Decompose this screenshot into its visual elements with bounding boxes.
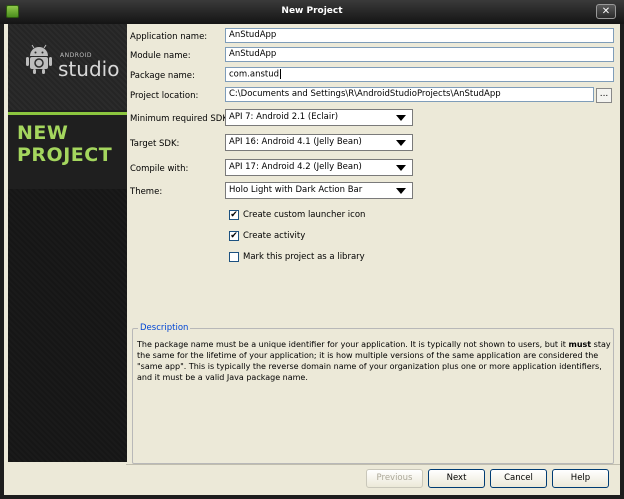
description-text: The package name must be a unique identi… [137, 339, 611, 383]
branding-sidebar: ANDROID studio NEW PROJECT [8, 24, 127, 462]
package-name-label: Package name: [130, 71, 195, 81]
previous-button[interactable]: Previous [366, 469, 423, 488]
target-sdk-value: API 16: Android 4.1 (Jelly Bean) [229, 137, 362, 147]
description-emphasis: must [568, 340, 592, 349]
chevron-down-icon [396, 140, 406, 146]
sidebar-heading-project: PROJECT [17, 144, 113, 166]
description-title: Description [138, 323, 191, 333]
title-bar[interactable]: New Project ✕ [0, 0, 624, 24]
close-button[interactable]: ✕ [596, 4, 616, 19]
compile-with-value: API 17: Android 4.2 (Jelly Bean) [229, 162, 362, 172]
sidebar-accent-line [8, 112, 127, 115]
description-panel: Description The package name must be a u… [132, 323, 614, 464]
create-activity-label: Create activity [243, 231, 306, 241]
target-sdk-dropdown[interactable]: API 16: Android 4.1 (Jelly Bean) [225, 134, 413, 151]
project-location-input[interactable]: C:\Documents and Settings\R\AndroidStudi… [225, 87, 594, 102]
logo-studio-text: studio [58, 57, 120, 81]
application-name-input[interactable]: AnStudApp [225, 28, 614, 43]
min-sdk-value: API 7: Android 2.1 (Eclair) [229, 112, 339, 122]
custom-launcher-icon-checkbox[interactable]: ✔ [229, 210, 239, 220]
library-project-checkbox[interactable] [229, 252, 239, 262]
compile-with-dropdown[interactable]: API 17: Android 4.2 (Jelly Bean) [225, 159, 413, 176]
chevron-down-icon [396, 188, 406, 194]
cancel-button[interactable]: Cancel [490, 469, 547, 488]
theme-value: Holo Light with Dark Action Bar [229, 185, 363, 195]
chevron-down-icon [396, 115, 406, 121]
sidebar-pattern [8, 189, 127, 462]
min-sdk-dropdown[interactable]: API 7: Android 2.1 (Eclair) [225, 109, 413, 126]
next-button[interactable]: Next [428, 469, 485, 488]
package-name-value: com.anstud [229, 69, 279, 80]
help-button[interactable]: Help [552, 469, 609, 488]
module-name-input[interactable]: AnStudApp [225, 47, 614, 62]
chevron-down-icon [396, 165, 406, 171]
package-name-input[interactable]: com.anstud [225, 67, 614, 82]
window-title: New Project [281, 6, 343, 16]
target-sdk-label: Target SDK: [130, 139, 180, 149]
browse-location-button[interactable]: ... [596, 88, 612, 103]
button-bar-divider [126, 464, 620, 465]
min-sdk-label: Minimum required SDK: [130, 114, 231, 124]
compile-with-label: Compile with: [130, 164, 189, 174]
sidebar-logo-area: ANDROID studio [8, 24, 127, 110]
dialog-body: ANDROID studio NEW PROJECT Application n… [4, 24, 620, 495]
android-robot-icon [26, 44, 52, 74]
library-project-label: Mark this project as a library [243, 252, 365, 262]
create-activity-checkbox[interactable]: ✔ [229, 231, 239, 241]
theme-label: Theme: [130, 187, 163, 197]
text-caret [280, 69, 281, 79]
description-text-part-1: The package name must be a unique identi… [137, 340, 569, 349]
custom-launcher-icon-label: Create custom launcher icon [243, 210, 366, 220]
theme-dropdown[interactable]: Holo Light with Dark Action Bar [225, 182, 413, 199]
project-location-label: Project location: [130, 91, 199, 101]
module-name-label: Module name: [130, 51, 191, 61]
new-project-window: New Project ✕ ANDROID studio NEW PROJECT… [0, 0, 624, 499]
application-name-label: Application name: [130, 32, 208, 42]
sidebar-heading-new: NEW [17, 122, 69, 144]
